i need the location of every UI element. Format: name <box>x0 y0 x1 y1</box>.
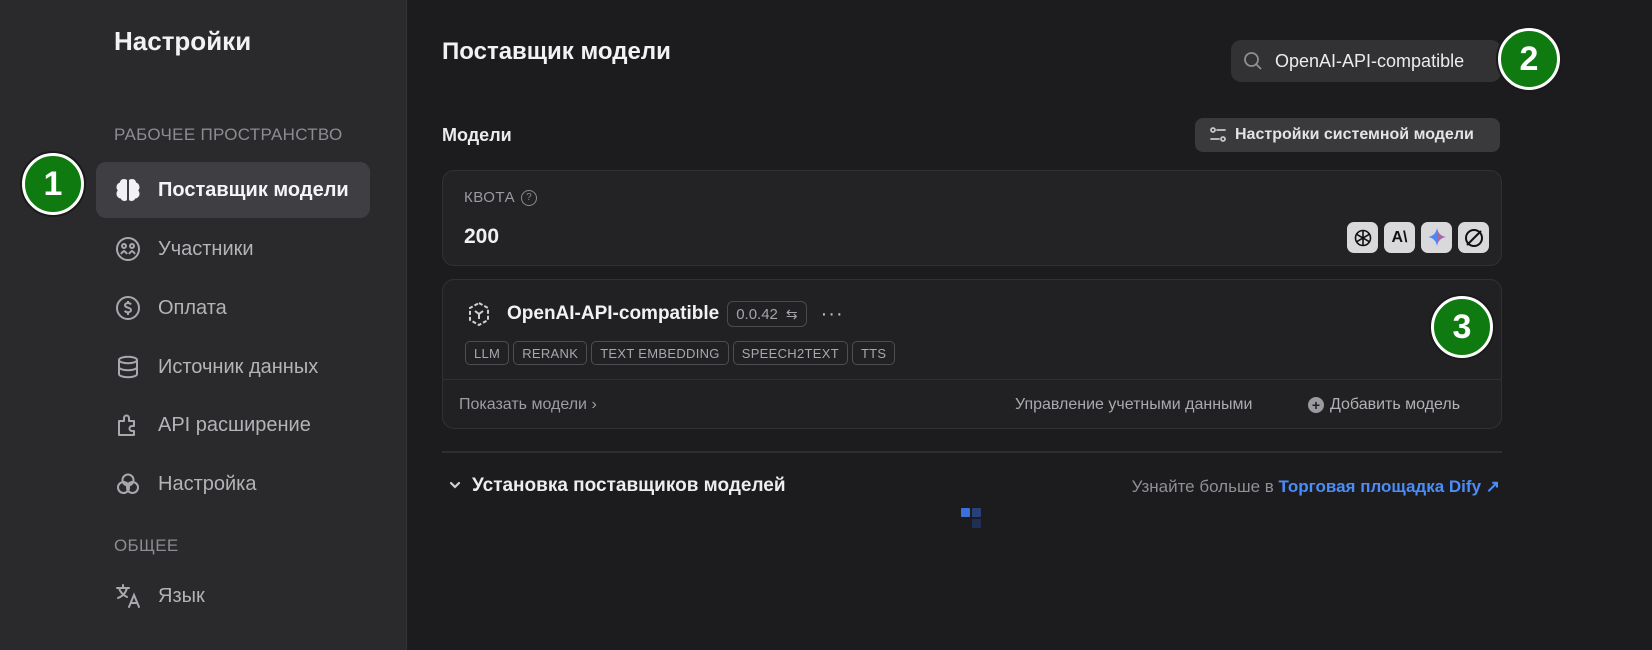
sidebar-item-data-source[interactable]: Источник данных <box>96 339 370 395</box>
sidebar-item-label: Язык <box>158 584 205 607</box>
provider-name: OpenAI-API-compatible <box>507 303 720 324</box>
provider-header: OpenAI-API-compatible 0.0.42 ⇆ ··· <box>465 300 844 328</box>
show-models-link[interactable]: Показать модели › <box>459 396 597 414</box>
question-icon[interactable]: ? <box>521 189 538 206</box>
version-value: 0.0.42 <box>736 305 778 323</box>
plus-circle-icon: + <box>1308 397 1324 413</box>
sidebar-group-general: ОБЩЕЕ <box>114 536 179 555</box>
puzzle-icon <box>114 411 142 439</box>
chevron-down-icon <box>448 478 462 495</box>
provider-card-divider <box>443 379 1501 380</box>
sidebar-item-label: Поставщик модели <box>158 178 349 201</box>
tag-tts: TTS <box>851 341 896 365</box>
billing-icon <box>114 294 142 322</box>
marketplace-link[interactable]: Торговая площадка Dify ↗ <box>1279 477 1500 496</box>
search-input[interactable]: OpenAI-API-compatible <box>1231 40 1501 82</box>
sidebar-item-model-provider[interactable]: Поставщик модели <box>96 162 370 218</box>
sidebar-item-label: Участники <box>158 237 254 260</box>
marketplace-link-label: Торговая площадка Dify <box>1278 477 1482 496</box>
marker-1: 1 <box>22 153 84 215</box>
marker-3: 3 <box>1431 296 1493 358</box>
quota-card: КВОТА ? 200 A\ <box>442 170 1502 266</box>
app-window: Настройки РАБОЧЕЕ ПРОСТРАНСТВО Поставщик… <box>0 0 1652 650</box>
sidebar-item-members[interactable]: Участники <box>96 221 370 277</box>
quota-label-text: КВОТА <box>464 189 516 206</box>
install-providers-title: Установка поставщиков моделей <box>472 475 786 496</box>
sidebar-item-api-extension[interactable]: API расширение <box>96 397 370 453</box>
gemini-icon <box>1421 222 1452 253</box>
show-models-label: Показать модели <box>459 396 587 413</box>
system-model-settings-label: Настройки системной модели <box>1235 126 1474 143</box>
chevron-right-icon: › <box>591 396 597 413</box>
loading-spinner-icon <box>961 508 983 530</box>
quota-label: КВОТА ? <box>464 189 538 206</box>
sidebar-item-label: API расширение <box>158 413 311 436</box>
members-icon <box>114 235 142 263</box>
sidebar-item-label: Оплата <box>158 296 227 319</box>
tag-text-embedding: TEXT EMBEDDING <box>591 341 729 365</box>
other-provider-icon <box>1458 222 1489 253</box>
sidebar-item-billing[interactable]: Оплата <box>96 280 370 336</box>
search-icon <box>1244 52 1262 70</box>
version-badge[interactable]: 0.0.42 ⇆ <box>727 301 807 327</box>
tag-rerank: RERANK <box>513 341 588 365</box>
more-options-icon[interactable]: ··· <box>821 303 844 326</box>
add-model-button[interactable]: + Добавить модель <box>1308 396 1460 414</box>
sliders-icon <box>1210 127 1226 142</box>
learn-more-prefix: Узнайте больше в <box>1131 477 1274 496</box>
model-type-tags: LLM RERANK TEXT EMBEDDING SPEECH2TEXT TT… <box>465 341 896 365</box>
customization-icon <box>114 470 142 498</box>
provider-icons: A\ <box>1347 222 1489 253</box>
anthropic-icon: A\ <box>1384 222 1415 253</box>
tag-speech2text: SPEECH2TEXT <box>732 341 848 365</box>
section-divider <box>442 451 1502 453</box>
switch-version-icon: ⇆ <box>785 305 798 322</box>
brain-icon <box>114 176 142 204</box>
sidebar-item-language[interactable]: Язык <box>96 568 370 624</box>
system-model-settings-button[interactable]: Настройки системной модели <box>1195 118 1500 152</box>
language-icon <box>114 582 142 610</box>
search-value: OpenAI-API-compatible <box>1275 50 1465 71</box>
sidebar: Настройки РАБОЧЕЕ ПРОСТРАНСТВО Поставщик… <box>0 0 407 650</box>
learn-more-text: Узнайте больше в Торговая площадка Dify … <box>1132 477 1500 497</box>
sidebar-item-label: Источник данных <box>158 355 319 378</box>
models-section-label: Модели <box>442 125 512 145</box>
provider-logo-icon <box>469 301 489 327</box>
sidebar-title: Настройки <box>114 26 252 56</box>
page-title: Поставщик модели <box>442 38 671 65</box>
openai-icon <box>1347 222 1378 253</box>
add-model-label: Добавить модель <box>1330 396 1461 413</box>
manage-credentials-link[interactable]: Управление учетными данными <box>1015 396 1252 414</box>
sidebar-item-label: Настройка <box>158 472 257 495</box>
marker-2: 2 <box>1498 28 1560 90</box>
sidebar-item-customization[interactable]: Настройка <box>96 456 370 512</box>
tag-llm: LLM <box>465 341 510 365</box>
sidebar-group-workspace: РАБОЧЕЕ ПРОСТРАНСТВО <box>114 125 343 144</box>
install-providers-toggle[interactable]: Установка поставщиков моделей <box>448 475 786 497</box>
provider-card: OpenAI-API-compatible 0.0.42 ⇆ ··· LLM R… <box>442 279 1502 429</box>
database-icon <box>114 353 142 381</box>
quota-value: 200 <box>464 225 500 248</box>
